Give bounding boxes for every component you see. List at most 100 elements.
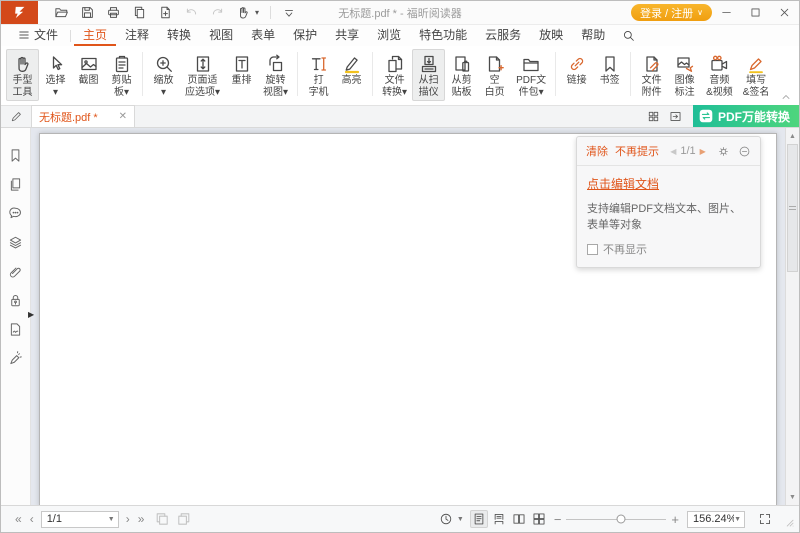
bookmark-button[interactable]: 书签 xyxy=(593,49,626,89)
next-page-button[interactable]: › xyxy=(122,512,134,526)
highlight-button[interactable]: 高亮 xyxy=(335,49,368,101)
pdf-convert-button[interactable]: PDF万能转换 xyxy=(693,105,799,127)
first-page-button[interactable]: « xyxy=(11,512,26,526)
hint-next-icon[interactable]: ▶ xyxy=(700,147,706,156)
close-button[interactable] xyxy=(770,1,799,25)
quick-tool-button[interactable] xyxy=(236,5,251,20)
audio-video-button[interactable]: 音频 &视频 xyxy=(701,49,738,101)
menu-home[interactable]: 主页 xyxy=(74,25,116,46)
zoom-box-caret-icon[interactable]: ▼ xyxy=(734,516,741,523)
dont-remind-link[interactable]: 不再提示 xyxy=(615,143,659,159)
maximize-button[interactable] xyxy=(741,1,770,25)
snapshot-button[interactable]: 截图 xyxy=(72,49,105,101)
scroll-down-icon[interactable]: ▼ xyxy=(786,491,799,503)
menu-share[interactable]: 共享 xyxy=(326,25,368,46)
fill-sign-button[interactable]: 填写 &签名 xyxy=(738,49,775,101)
sidebar-comments[interactable] xyxy=(8,206,23,221)
hand-tool-button[interactable]: 手型 工具 xyxy=(6,49,39,101)
zoom-out-button[interactable]: − xyxy=(549,512,567,527)
link-button[interactable]: 链接 xyxy=(560,49,593,89)
menu-browse[interactable]: 浏览 xyxy=(368,25,410,46)
fit-page-button[interactable]: 页面适 应选项▾ xyxy=(180,49,225,101)
sidebar-attachments[interactable] xyxy=(8,264,23,279)
search-button[interactable] xyxy=(614,25,643,46)
select-tool-button[interactable]: 选择 ▾ xyxy=(39,49,72,101)
quick-tool-caret-icon[interactable]: ▾ xyxy=(255,8,259,17)
next-view-button[interactable] xyxy=(176,511,192,527)
sidebar-expand-handle[interactable]: ▶ xyxy=(28,310,34,319)
sidebar-ink-sign[interactable] xyxy=(8,351,23,366)
print-button[interactable] xyxy=(106,5,121,20)
zoom-level-input[interactable] xyxy=(693,513,734,525)
open-file-button[interactable] xyxy=(54,5,69,20)
sidebar-bookmarks[interactable] xyxy=(8,148,23,163)
image-annotation-button[interactable]: 图像 标注 xyxy=(668,49,701,101)
quick-annotate-button[interactable] xyxy=(1,105,31,127)
dont-show-checkbox[interactable] xyxy=(587,244,598,255)
edit-document-link[interactable]: 点击编辑文档 xyxy=(587,175,659,192)
email-doc-button[interactable] xyxy=(132,5,147,20)
tab-close-icon[interactable]: ✕ xyxy=(119,111,127,122)
zoom-slider-handle[interactable] xyxy=(617,515,626,524)
menu-cloud[interactable]: 云服务 xyxy=(476,25,530,46)
tab-switch-button[interactable] xyxy=(665,105,687,127)
document-tab[interactable]: 无标题.pdf * ✕ xyxy=(31,105,135,127)
fullscreen-button[interactable] xyxy=(756,510,774,528)
view-facing[interactable] xyxy=(510,510,528,528)
view-facing-continuous[interactable] xyxy=(530,510,548,528)
file-convert-button[interactable]: 文件 转换▾ xyxy=(377,49,412,101)
view-continuous[interactable] xyxy=(490,510,508,528)
from-clipboard-button[interactable]: 从剪 贴板 xyxy=(445,49,478,101)
from-scanner-button[interactable]: 从扫 描仪 xyxy=(412,49,445,101)
menu-help[interactable]: 帮助 xyxy=(572,25,614,46)
hint-minimize-icon[interactable] xyxy=(738,145,751,158)
scrollbar-thumb[interactable] xyxy=(787,144,798,272)
document-viewport[interactable]: 清除 不再提示 ◀ 1/1 ▶ 点击编辑文档 支持编辑PDF文档文本、图片、表单… xyxy=(31,128,799,505)
customize-toolbar-icon[interactable] xyxy=(282,6,296,20)
menu-features[interactable]: 特色功能 xyxy=(410,25,476,46)
sidebar-layers[interactable] xyxy=(8,235,23,250)
zoom-button[interactable]: 缩放 ▾ xyxy=(147,49,180,101)
last-page-button[interactable]: » xyxy=(134,512,149,526)
typewriter-button[interactable]: 打 字机 xyxy=(302,49,335,101)
menu-protect[interactable]: 保护 xyxy=(284,25,326,46)
minimize-button[interactable] xyxy=(712,1,741,25)
menu-form[interactable]: 表单 xyxy=(242,25,284,46)
previous-view-button[interactable] xyxy=(154,511,170,527)
undo-button[interactable] xyxy=(184,5,199,20)
file-attachment-button[interactable]: 文件 附件 xyxy=(635,49,668,101)
redo-button[interactable] xyxy=(210,5,225,20)
assistant-mode-button[interactable] xyxy=(437,510,455,528)
clear-link[interactable]: 清除 xyxy=(586,143,608,159)
rotate-view-button[interactable]: 旋转 视图▾ xyxy=(258,49,293,101)
save-button[interactable] xyxy=(80,5,95,20)
prev-page-button[interactable]: ‹ xyxy=(26,512,38,526)
tab-grid-view-button[interactable] xyxy=(643,105,665,127)
scroll-up-icon[interactable]: ▲ xyxy=(786,130,799,142)
clipboard-button[interactable]: 剪贴 板▾ xyxy=(105,49,138,101)
view-single-page[interactable] xyxy=(470,510,488,528)
sidebar-signatures[interactable] xyxy=(8,322,23,337)
resize-grip[interactable] xyxy=(782,515,795,528)
reflow-button[interactable]: 重排 xyxy=(225,49,258,101)
pdf-portfolio-button[interactable]: PDF文 件包▾ xyxy=(511,49,551,101)
menu-comment[interactable]: 注释 xyxy=(116,25,158,46)
create-pdf-button[interactable] xyxy=(158,5,173,20)
hint-settings-icon[interactable] xyxy=(717,145,730,158)
menu-view[interactable]: 视图 xyxy=(200,25,242,46)
zoom-slider[interactable] xyxy=(566,512,666,526)
login-button[interactable]: 登录 / 注册 ∨ xyxy=(631,4,712,21)
collapse-ribbon-icon[interactable] xyxy=(781,92,791,102)
vertical-scrollbar[interactable]: ▲ ▼ xyxy=(785,128,799,505)
sidebar-security[interactable] xyxy=(8,293,23,308)
menu-file[interactable]: 文件 xyxy=(9,25,67,46)
page-number-input[interactable] xyxy=(47,513,108,525)
page-box-caret-icon[interactable]: ▼ xyxy=(108,516,115,523)
menu-convert[interactable]: 转换 xyxy=(158,25,200,46)
hint-prev-icon[interactable]: ◀ xyxy=(670,147,676,156)
blank-page-button[interactable]: 空 白页 xyxy=(478,49,511,101)
zoom-in-button[interactable]: + xyxy=(666,512,684,527)
sidebar-pages[interactable] xyxy=(8,177,23,192)
assistant-caret-icon[interactable]: ▼ xyxy=(457,516,464,523)
menu-slideshow[interactable]: 放映 xyxy=(530,25,572,46)
